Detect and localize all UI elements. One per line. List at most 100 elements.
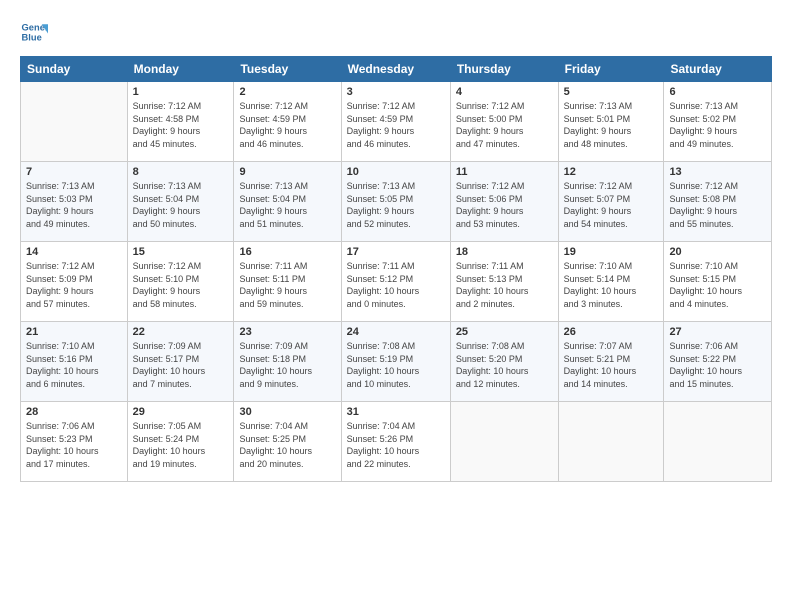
weekday-header-thursday: Thursday	[450, 57, 558, 82]
weekday-header-wednesday: Wednesday	[341, 57, 450, 82]
calendar-cell-2-5: 19 Sunrise: 7:10 AM Sunset: 5:14 PM Dayli…	[558, 242, 664, 322]
day-info: Sunrise: 7:13 AM Sunset: 5:03 PM Dayligh…	[26, 180, 122, 230]
calendar-table: SundayMondayTuesdayWednesdayThursdayFrid…	[20, 56, 772, 482]
calendar-cell-0-5: 5 Sunrise: 7:13 AM Sunset: 5:01 PM Daylig…	[558, 82, 664, 162]
calendar-week-row-3: 21 Sunrise: 7:10 AM Sunset: 5:16 PM Dayli…	[21, 322, 772, 402]
day-number: 13	[669, 166, 766, 178]
calendar-cell-3-3: 24 Sunrise: 7:08 AM Sunset: 5:19 PM Dayli…	[341, 322, 450, 402]
day-info: Sunrise: 7:10 AM Sunset: 5:16 PM Dayligh…	[26, 340, 122, 390]
day-info: Sunrise: 7:12 AM Sunset: 5:06 PM Dayligh…	[456, 180, 553, 230]
day-number: 27	[669, 326, 766, 338]
day-number: 5	[564, 86, 659, 98]
day-number: 22	[133, 326, 229, 338]
day-info: Sunrise: 7:11 AM Sunset: 5:13 PM Dayligh…	[456, 260, 553, 310]
day-info: Sunrise: 7:06 AM Sunset: 5:23 PM Dayligh…	[26, 420, 122, 470]
day-info: Sunrise: 7:13 AM Sunset: 5:04 PM Dayligh…	[133, 180, 229, 230]
day-info: Sunrise: 7:07 AM Sunset: 5:21 PM Dayligh…	[564, 340, 659, 390]
calendar-cell-2-0: 14 Sunrise: 7:12 AM Sunset: 5:09 PM Dayli…	[21, 242, 128, 322]
calendar-cell-0-6: 6 Sunrise: 7:13 AM Sunset: 5:02 PM Daylig…	[664, 82, 772, 162]
day-number: 6	[669, 86, 766, 98]
day-number: 19	[564, 246, 659, 258]
calendar-cell-1-5: 12Sunrise: 7:12 AM Sunset: 5:07 PM Dayli…	[558, 162, 664, 242]
calendar-cell-0-4: 4Sunrise: 7:12 AM Sunset: 5:00 PM Daylig…	[450, 82, 558, 162]
day-info: Sunrise: 7:13 AM Sunset: 5:02 PM Dayligh…	[669, 100, 766, 150]
calendar-cell-1-1: 8 Sunrise: 7:13 AM Sunset: 5:04 PM Daylig…	[127, 162, 234, 242]
day-info: Sunrise: 7:13 AM Sunset: 5:04 PM Dayligh…	[239, 180, 335, 230]
calendar-cell-3-0: 21 Sunrise: 7:10 AM Sunset: 5:16 PM Dayli…	[21, 322, 128, 402]
calendar-cell-3-4: 25 Sunrise: 7:08 AM Sunset: 5:20 PM Dayli…	[450, 322, 558, 402]
day-number: 14	[26, 246, 122, 258]
calendar-cell-1-6: 13 Sunrise: 7:12 AM Sunset: 5:08 PM Dayli…	[664, 162, 772, 242]
calendar-cell-3-2: 23 Sunrise: 7:09 AM Sunset: 5:18 PM Dayli…	[234, 322, 341, 402]
day-info: Sunrise: 7:12 AM Sunset: 5:00 PM Dayligh…	[456, 100, 553, 150]
day-info: Sunrise: 7:09 AM Sunset: 5:18 PM Dayligh…	[239, 340, 335, 390]
day-info: Sunrise: 7:05 AM Sunset: 5:24 PM Dayligh…	[133, 420, 229, 470]
day-info: Sunrise: 7:13 AM Sunset: 5:05 PM Dayligh…	[347, 180, 445, 230]
calendar-cell-3-5: 26 Sunrise: 7:07 AM Sunset: 5:21 PM Dayli…	[558, 322, 664, 402]
calendar-cell-0-2: 2 Sunrise: 7:12 AM Sunset: 4:59 PM Daylig…	[234, 82, 341, 162]
calendar-week-row-0: 1Sunrise: 7:12 AM Sunset: 4:58 PM Daylig…	[21, 82, 772, 162]
calendar-cell-4-0: 28 Sunrise: 7:06 AM Sunset: 5:23 PM Dayli…	[21, 402, 128, 482]
day-number: 30	[239, 406, 335, 418]
svg-text:Blue: Blue	[22, 33, 42, 43]
day-info: Sunrise: 7:04 AM Sunset: 5:26 PM Dayligh…	[347, 420, 445, 470]
calendar-cell-3-6: 27 Sunrise: 7:06 AM Sunset: 5:22 PM Dayli…	[664, 322, 772, 402]
day-info: Sunrise: 7:10 AM Sunset: 5:15 PM Dayligh…	[669, 260, 766, 310]
calendar-cell-2-6: 20Sunrise: 7:10 AM Sunset: 5:15 PM Dayli…	[664, 242, 772, 322]
calendar-cell-4-6	[664, 402, 772, 482]
day-info: Sunrise: 7:12 AM Sunset: 5:08 PM Dayligh…	[669, 180, 766, 230]
logo: General Blue	[20, 18, 52, 46]
weekday-header-saturday: Saturday	[664, 57, 772, 82]
weekday-header-monday: Monday	[127, 57, 234, 82]
day-number: 29	[133, 406, 229, 418]
day-number: 1	[133, 86, 229, 98]
day-number: 28	[26, 406, 122, 418]
day-info: Sunrise: 7:04 AM Sunset: 5:25 PM Dayligh…	[239, 420, 335, 470]
calendar-cell-0-1: 1Sunrise: 7:12 AM Sunset: 4:58 PM Daylig…	[127, 82, 234, 162]
calendar-cell-4-5	[558, 402, 664, 482]
calendar-cell-1-0: 7 Sunrise: 7:13 AM Sunset: 5:03 PM Daylig…	[21, 162, 128, 242]
day-number: 7	[26, 166, 122, 178]
calendar-cell-2-4: 18 Sunrise: 7:11 AM Sunset: 5:13 PM Dayli…	[450, 242, 558, 322]
day-info: Sunrise: 7:11 AM Sunset: 5:11 PM Dayligh…	[239, 260, 335, 310]
day-number: 23	[239, 326, 335, 338]
day-number: 10	[347, 166, 445, 178]
calendar-cell-2-1: 15 Sunrise: 7:12 AM Sunset: 5:10 PM Dayli…	[127, 242, 234, 322]
day-number: 2	[239, 86, 335, 98]
calendar-cell-3-1: 22Sunrise: 7:09 AM Sunset: 5:17 PM Dayli…	[127, 322, 234, 402]
day-info: Sunrise: 7:13 AM Sunset: 5:01 PM Dayligh…	[564, 100, 659, 150]
day-number: 26	[564, 326, 659, 338]
day-number: 25	[456, 326, 553, 338]
day-info: Sunrise: 7:06 AM Sunset: 5:22 PM Dayligh…	[669, 340, 766, 390]
calendar-cell-2-2: 16 Sunrise: 7:11 AM Sunset: 5:11 PM Dayli…	[234, 242, 341, 322]
day-info: Sunrise: 7:12 AM Sunset: 4:59 PM Dayligh…	[239, 100, 335, 150]
weekday-header-sunday: Sunday	[21, 57, 128, 82]
calendar-cell-4-1: 29 Sunrise: 7:05 AM Sunset: 5:24 PM Dayli…	[127, 402, 234, 482]
day-info: Sunrise: 7:10 AM Sunset: 5:14 PM Dayligh…	[564, 260, 659, 310]
day-number: 15	[133, 246, 229, 258]
day-info: Sunrise: 7:08 AM Sunset: 5:19 PM Dayligh…	[347, 340, 445, 390]
general-blue-logo-icon: General Blue	[20, 18, 48, 46]
day-info: Sunrise: 7:08 AM Sunset: 5:20 PM Dayligh…	[456, 340, 553, 390]
calendar-cell-1-3: 10 Sunrise: 7:13 AM Sunset: 5:05 PM Dayli…	[341, 162, 450, 242]
day-info: Sunrise: 7:12 AM Sunset: 5:07 PM Dayligh…	[564, 180, 659, 230]
day-info: Sunrise: 7:12 AM Sunset: 5:10 PM Dayligh…	[133, 260, 229, 310]
day-info: Sunrise: 7:12 AM Sunset: 5:09 PM Dayligh…	[26, 260, 122, 310]
calendar-cell-0-3: 3 Sunrise: 7:12 AM Sunset: 4:59 PM Daylig…	[341, 82, 450, 162]
day-number: 18	[456, 246, 553, 258]
day-info: Sunrise: 7:12 AM Sunset: 4:59 PM Dayligh…	[347, 100, 445, 150]
day-number: 16	[239, 246, 335, 258]
day-number: 9	[239, 166, 335, 178]
weekday-header-friday: Friday	[558, 57, 664, 82]
calendar-cell-4-3: 31 Sunrise: 7:04 AM Sunset: 5:26 PM Dayli…	[341, 402, 450, 482]
day-number: 17	[347, 246, 445, 258]
day-number: 31	[347, 406, 445, 418]
page: General Blue SundayMondayTuesdayWednesda…	[0, 0, 792, 612]
header: General Blue	[20, 18, 772, 46]
calendar-cell-1-4: 11Sunrise: 7:12 AM Sunset: 5:06 PM Dayli…	[450, 162, 558, 242]
calendar-week-row-2: 14 Sunrise: 7:12 AM Sunset: 5:09 PM Dayli…	[21, 242, 772, 322]
day-number: 3	[347, 86, 445, 98]
day-number: 24	[347, 326, 445, 338]
day-number: 21	[26, 326, 122, 338]
day-number: 8	[133, 166, 229, 178]
